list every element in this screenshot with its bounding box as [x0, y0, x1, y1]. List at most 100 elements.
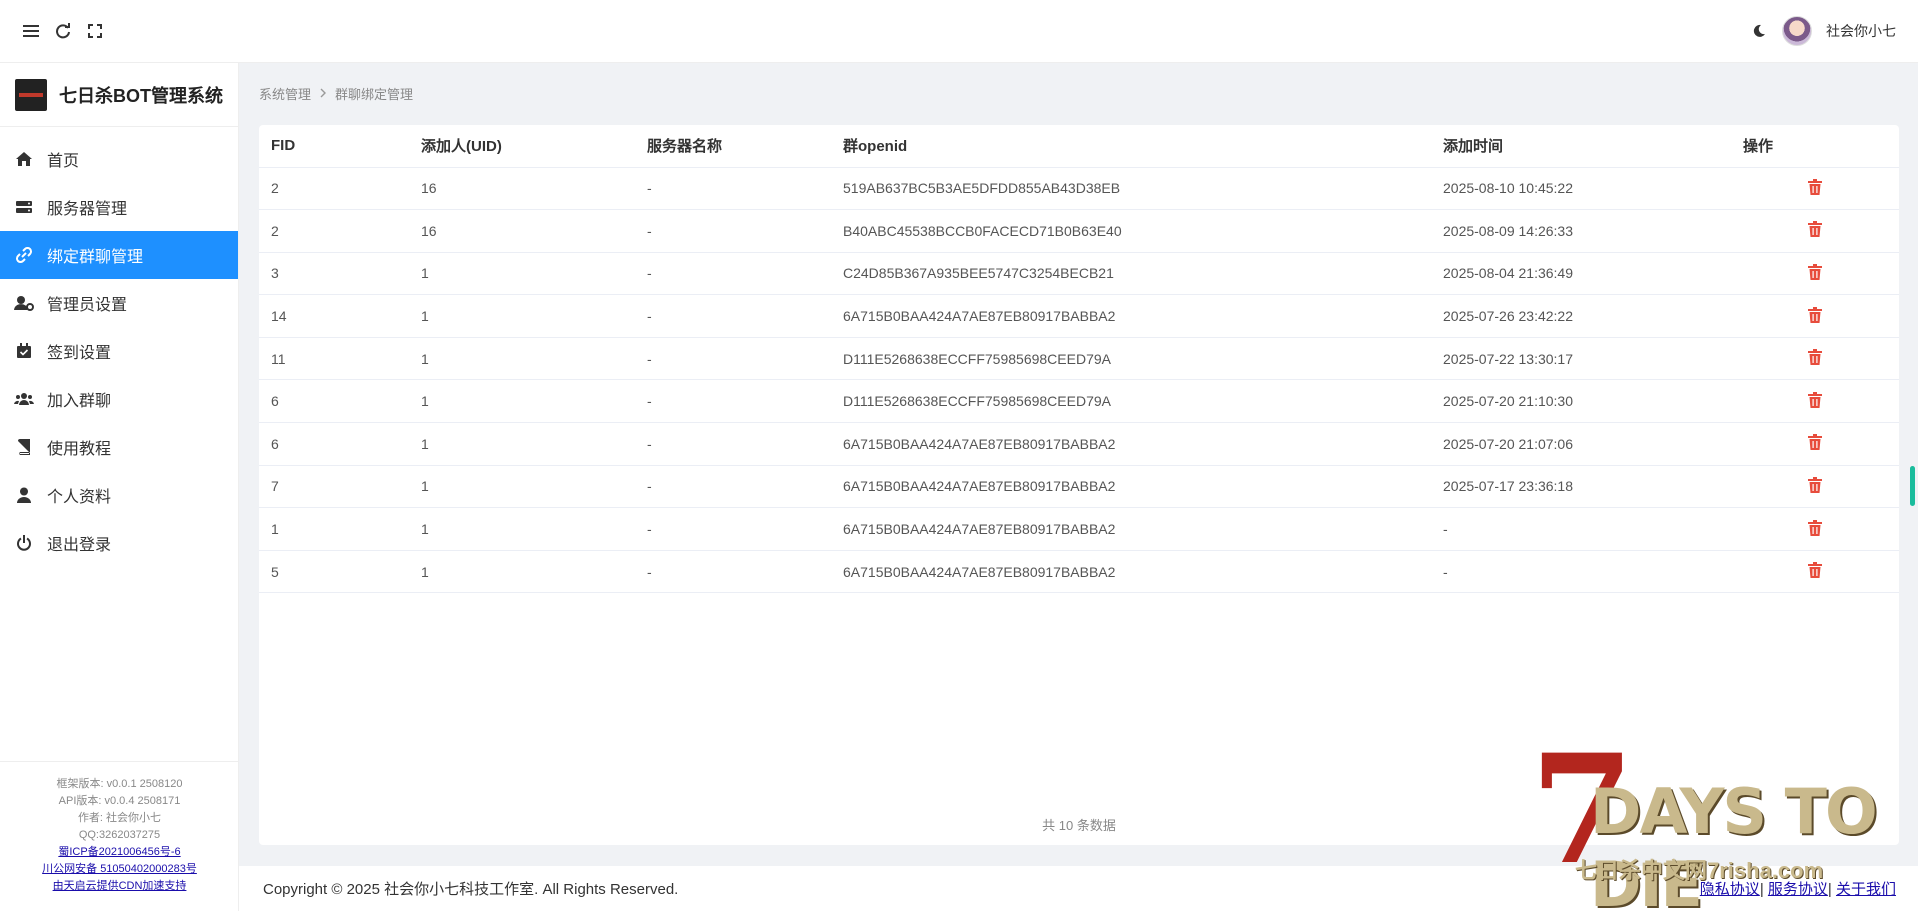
cell-actions: [1731, 379, 1899, 424]
sidebar-item-admin[interactable]: 管理员设置: [0, 279, 238, 327]
home-icon: [14, 149, 34, 169]
cell-uid: 1: [409, 465, 635, 509]
cell-actions: [1731, 252, 1899, 296]
cell-openid: C24D85B367A935BEE5747C3254BECB21: [831, 252, 1431, 296]
cell-time: 2025-07-17 23:36:18: [1431, 465, 1731, 509]
sidebar-item-home[interactable]: 首页: [0, 135, 238, 183]
sidebar-item-label: 个人资料: [47, 489, 112, 506]
sidebar-item-tutorial[interactable]: 使用教程: [0, 423, 238, 471]
cell-uid: 1: [409, 422, 635, 466]
breadcrumb: 系统管理 群聊绑定管理: [259, 84, 413, 103]
sidebar-item-label: 服务器管理: [47, 201, 128, 218]
cell-openid: 6A715B0BAA424A7AE87EB80917BABBA2: [831, 550, 1431, 594]
cell-time: 2025-07-20 21:10:30: [1431, 379, 1731, 424]
sidebar-item-label: 绑定群聊管理: [47, 249, 144, 266]
cell-fid: 2: [259, 209, 409, 253]
column-header-time: 添加时间: [1431, 125, 1731, 168]
qq-info: QQ:3262037275: [78, 829, 161, 841]
table-row: 6 1- D111E5268638ECCFF75985698CEED79A 2025-…: [259, 379, 1899, 424]
delete-trash-icon[interactable]: [1808, 434, 1822, 451]
scrollbar[interactable]: [1910, 466, 1915, 506]
table-row: 11 1- D111E5268638ECCFF75985698CEED79A 2025…: [259, 337, 1899, 381]
table-row: 2 16-519AB637BC5B3AE5DFDD855AB43D38EB 2025…: [259, 167, 1899, 211]
delete-trash-icon[interactable]: [1808, 263, 1822, 280]
sidebar-item-label: 首页: [47, 153, 80, 170]
column-header-uid: 添加人(UID): [409, 125, 635, 168]
sidebar-item-group-binding[interactable]: 绑定群聊管理: [0, 231, 238, 279]
chevron-right-icon: [319, 86, 327, 101]
cell-time: 2025-08-09 14:26:33: [1431, 209, 1731, 253]
cell-time: 2025-08-10 10:45:22: [1431, 167, 1731, 211]
delete-trash-icon[interactable]: [1808, 391, 1822, 408]
cell-uid: 1: [409, 337, 635, 381]
breadcrumb-current: 群聊绑定管理: [335, 87, 414, 102]
sidebar-item-profile[interactable]: 个人资料: [0, 471, 238, 519]
cell-fid: 6: [259, 379, 409, 424]
cell-uid: 16: [409, 209, 635, 253]
cell-openid: 519AB637BC5B3AE5DFDD855AB43D38EB: [831, 167, 1431, 211]
brand[interactable]: 七日杀BOT管理系统: [0, 63, 238, 127]
link-icon: [14, 245, 34, 265]
cell-uid: 1: [409, 507, 635, 551]
cell-fid: 14: [259, 294, 409, 338]
sidebar-item-checkin[interactable]: 签到设置: [0, 327, 238, 375]
user-gear-icon: [14, 293, 34, 313]
cell-actions: [1731, 209, 1899, 253]
cell-time: 2025-07-20 21:07:06: [1431, 422, 1731, 466]
cell-uid: 1: [409, 379, 635, 424]
username[interactable]: 社会你小七: [1826, 21, 1896, 41]
cdn-link[interactable]: 由天启云提供CDN加速支持: [0, 878, 239, 895]
cell-time: 2025-07-26 23:42:22: [1431, 294, 1731, 338]
menu-toggle-icon[interactable]: [22, 22, 40, 40]
cell-fid: 1: [259, 507, 409, 551]
cell-server-name: -: [635, 167, 831, 211]
cell-openid: D111E5268638ECCFF75985698CEED79A: [831, 337, 1431, 381]
api-version: API版本: v0.0.4 2508171: [58, 795, 181, 807]
dark-mode-moon-icon[interactable]: [1750, 22, 1768, 40]
delete-trash-icon[interactable]: [1808, 519, 1822, 536]
delete-trash-icon[interactable]: [1808, 178, 1822, 195]
cell-openid: 6A715B0BAA424A7AE87EB80917BABBA2: [831, 465, 1431, 509]
icp-link[interactable]: 蜀ICP备2021006456号-6: [0, 844, 239, 861]
cell-fid: 2: [259, 167, 409, 211]
refresh-icon[interactable]: [54, 22, 72, 40]
cell-server-name: -: [635, 294, 831, 338]
avatar[interactable]: [1782, 16, 1812, 46]
sidebar-item-logout[interactable]: 退出登录: [0, 519, 238, 567]
cell-actions: [1731, 167, 1899, 211]
cell-server-name: -: [635, 422, 831, 466]
cell-fid: 5: [259, 550, 409, 594]
cell-server-name: -: [635, 337, 831, 381]
cell-server-name: -: [635, 252, 831, 296]
sidebar-item-server[interactable]: 服务器管理: [0, 183, 238, 231]
breadcrumb-root[interactable]: 系统管理: [259, 84, 311, 103]
sidebar-item-join-group[interactable]: 加入群聊: [0, 375, 238, 423]
delete-trash-icon[interactable]: [1808, 306, 1822, 323]
delete-trash-icon[interactable]: [1808, 476, 1822, 493]
cell-actions: [1731, 507, 1899, 551]
brand-title: 七日杀BOT管理系统: [59, 85, 223, 106]
table-row: 6 1-6A715B0BAA424A7AE87EB80917BABBA2 2025-…: [259, 422, 1899, 466]
delete-trash-icon[interactable]: [1808, 562, 1822, 579]
cell-uid: 16: [409, 167, 635, 211]
cell-server-name: -: [635, 550, 831, 594]
delete-trash-icon[interactable]: [1808, 221, 1822, 238]
book-icon: [14, 437, 34, 457]
police-record-link[interactable]: 川公网安备 51050402000283号: [0, 861, 239, 878]
sidebar-item-label: 加入群聊: [47, 393, 112, 410]
top-header: 社会你小七: [0, 0, 1918, 63]
cell-fid: 3: [259, 252, 409, 296]
cell-fid: 7: [259, 465, 409, 509]
cell-openid: 6A715B0BAA424A7AE87EB80917BABBA2: [831, 294, 1431, 338]
sidebar-menu: 首页 服务器管理 绑定群聊管理 管理员设置 签到设置 加入群聊 使用教程 个人资…: [0, 135, 238, 567]
cell-server-name: -: [635, 465, 831, 509]
user-icon: [14, 485, 34, 505]
fullscreen-icon[interactable]: [86, 22, 104, 40]
sidebar-footer: 框架版本: v0.0.1 2508120 API版本: v0.0.4 25081…: [0, 761, 239, 911]
column-header-openid: 群openid: [831, 125, 1431, 168]
delete-trash-icon[interactable]: [1808, 349, 1822, 366]
cell-openid: 6A715B0BAA424A7AE87EB80917BABBA2: [831, 507, 1431, 551]
cell-server-name: -: [635, 379, 831, 424]
column-header-server-name: 服务器名称: [635, 125, 831, 168]
framework-version: 框架版本: v0.0.1 2508120: [56, 778, 183, 790]
